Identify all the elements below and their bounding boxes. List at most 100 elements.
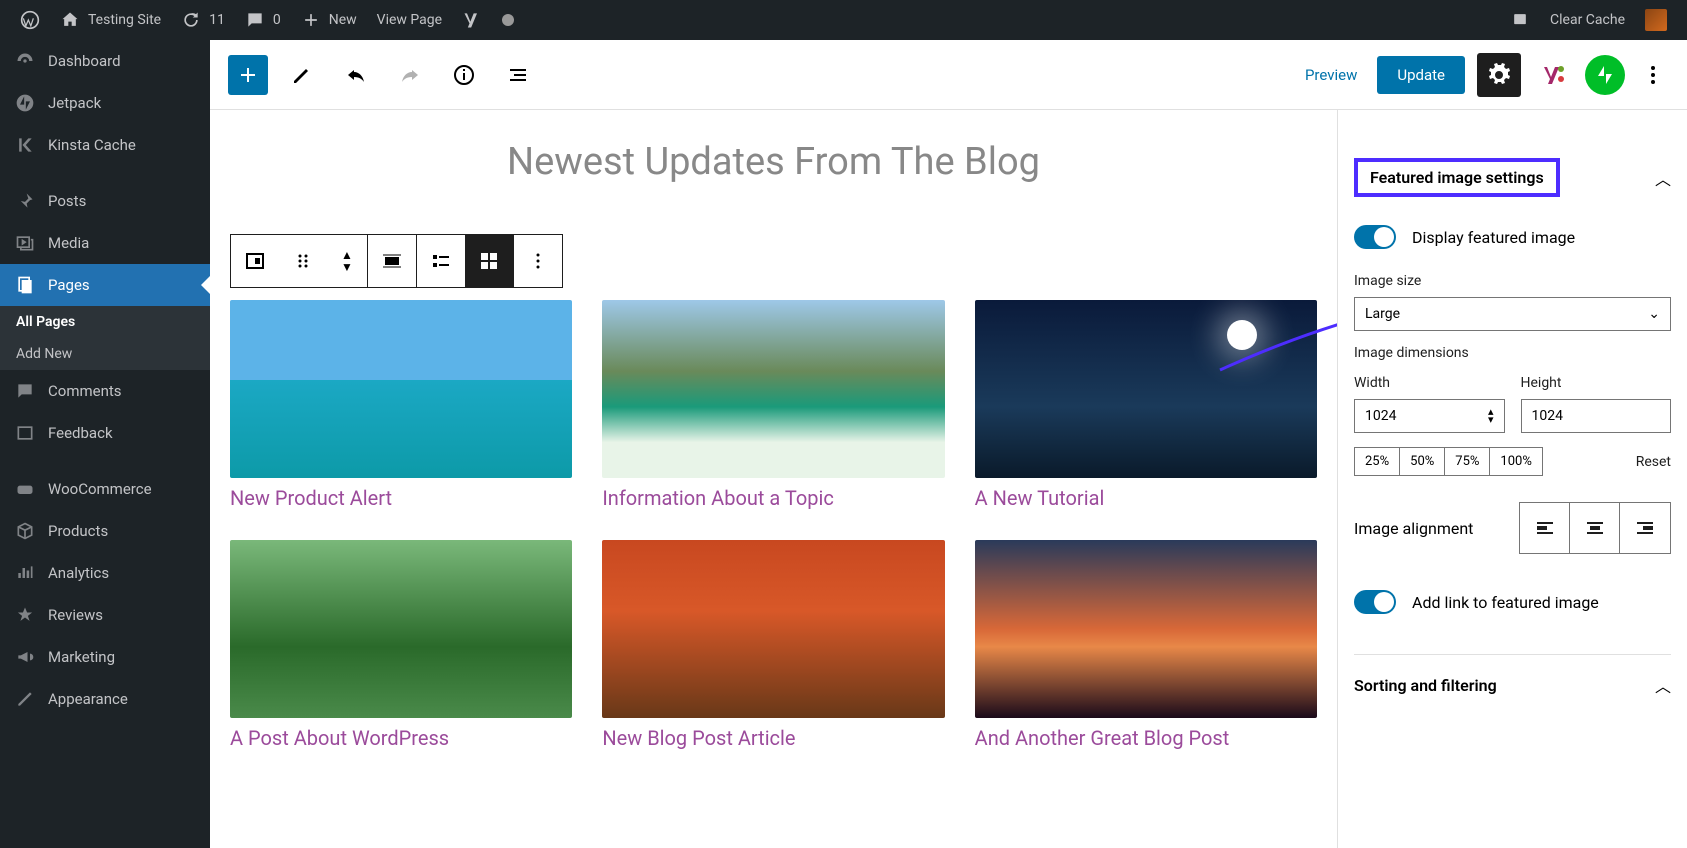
menu-item-jetpack[interactable]: Jetpack <box>0 82 210 124</box>
add-block-button[interactable] <box>228 55 268 95</box>
posts-grid-block[interactable]: New Product Alert Information About a Top… <box>210 300 1337 750</box>
post-card[interactable]: Information About a Topic <box>602 300 944 510</box>
block-toolbar: ▲▼ <box>230 234 563 288</box>
menu-item-reviews[interactable]: Reviews <box>0 594 210 636</box>
block-type-button[interactable] <box>231 235 279 287</box>
align-button[interactable] <box>368 235 416 287</box>
width-input[interactable]: 1024▴▾ <box>1354 399 1505 433</box>
size-75-button[interactable]: 75% <box>1445 448 1490 475</box>
submenu-item-all-pages[interactable]: All Pages <box>0 306 210 338</box>
menu-item-dashboard[interactable]: Dashboard <box>0 40 210 82</box>
editor-header: Preview Update <box>210 40 1687 110</box>
menu-label: Dashboard <box>48 52 121 70</box>
update-button[interactable]: Update <box>1377 56 1465 94</box>
panel-title: Sorting and filtering <box>1354 676 1497 695</box>
menu-item-kinsta-cache[interactable]: Kinsta Cache <box>0 124 210 166</box>
notifications-icon[interactable] <box>1500 0 1540 40</box>
pages-icon <box>14 274 36 296</box>
align-center-button[interactable] <box>1570 503 1620 553</box>
menu-item-feedback[interactable]: Feedback <box>0 412 210 454</box>
post-card[interactable]: And Another Great Blog Post <box>975 540 1317 750</box>
menu-item-pages[interactable]: Pages <box>0 264 210 306</box>
comments-link[interactable]: 0 <box>235 0 291 40</box>
menu-item-products[interactable]: Products <box>0 510 210 552</box>
new-link[interactable]: New <box>291 0 367 40</box>
woo-icon <box>14 478 36 500</box>
post-title-link[interactable]: A Post About WordPress <box>230 726 572 750</box>
add-link-toggle[interactable] <box>1354 590 1396 614</box>
post-thumbnail[interactable] <box>230 540 572 718</box>
preview-link[interactable]: Preview <box>1297 66 1365 84</box>
post-thumbnail[interactable] <box>975 300 1317 478</box>
wp-logo[interactable] <box>10 0 50 40</box>
yoast-adminbar-icon[interactable] <box>452 0 492 40</box>
display-featured-label: Display featured image <box>1412 228 1575 247</box>
move-down-icon[interactable]: ▼ <box>341 261 353 273</box>
align-right-button[interactable] <box>1620 503 1670 553</box>
menu-item-analytics[interactable]: Analytics <box>0 552 210 594</box>
clear-cache-link[interactable]: Clear Cache <box>1540 0 1635 40</box>
size-25-button[interactable]: 25% <box>1355 448 1400 475</box>
feedback-icon <box>14 422 36 444</box>
post-title-link[interactable]: A New Tutorial <box>975 486 1317 510</box>
settings-button[interactable] <box>1477 53 1521 97</box>
post-thumbnail[interactable] <box>602 540 944 718</box>
edit-mode-button[interactable] <box>282 55 322 95</box>
post-card[interactable]: New Blog Post Article <box>602 540 944 750</box>
page-title[interactable]: Newest Updates From The Blog <box>210 140 1337 184</box>
display-featured-toggle[interactable] <box>1354 225 1396 249</box>
block-movers[interactable]: ▲▼ <box>327 235 367 287</box>
post-thumbnail[interactable] <box>975 540 1317 718</box>
size-50-button[interactable]: 50% <box>1400 448 1445 475</box>
adminbar-status-dot[interactable] <box>492 0 524 40</box>
menu-item-media[interactable]: Media <box>0 222 210 264</box>
menu-item-marketing[interactable]: Marketing <box>0 636 210 678</box>
reset-button[interactable]: Reset <box>1636 454 1671 470</box>
updates-link[interactable]: 11 <box>171 0 235 40</box>
chevron-down-icon: ⌄ <box>1648 306 1660 322</box>
user-menu[interactable] <box>1635 0 1677 40</box>
avatar <box>1645 9 1667 31</box>
submenu-item-add-new[interactable]: Add New <box>0 338 210 370</box>
menu-item-comments[interactable]: Comments <box>0 370 210 412</box>
media-icon <box>14 232 36 254</box>
post-card[interactable]: New Product Alert <box>230 300 572 510</box>
list-view-button[interactable] <box>417 235 465 287</box>
size-100-button[interactable]: 100% <box>1490 448 1541 475</box>
more-options-button[interactable] <box>1637 55 1669 95</box>
chevron-up-icon: ︿ <box>1655 673 1671 697</box>
post-card[interactable]: A New Tutorial <box>975 300 1317 510</box>
outline-button[interactable] <box>498 55 538 95</box>
image-size-select[interactable]: Large ⌄ <box>1354 297 1671 331</box>
info-button[interactable] <box>444 55 484 95</box>
post-title-link[interactable]: Information About a Topic <box>602 486 944 510</box>
post-card[interactable]: A Post About WordPress <box>230 540 572 750</box>
menu-item-appearance[interactable]: Appearance <box>0 678 210 720</box>
undo-button[interactable] <box>336 55 376 95</box>
post-title-link[interactable]: New Product Alert <box>230 486 572 510</box>
width-label: Width <box>1354 375 1505 391</box>
kinsta-icon <box>14 134 36 156</box>
site-name-link[interactable]: Testing Site <box>50 0 171 40</box>
yoast-button[interactable] <box>1533 55 1573 95</box>
block-more-button[interactable] <box>514 235 562 287</box>
comments-count: 0 <box>273 12 281 28</box>
height-input[interactable]: 1024 <box>1521 399 1672 433</box>
grid-view-button[interactable] <box>465 235 513 287</box>
editor-canvas[interactable]: Newest Updates From The Blog ▲▼ <box>210 110 1337 848</box>
sorting-filtering-panel-header[interactable]: Sorting and filtering ︿ <box>1354 655 1671 715</box>
view-page-link[interactable]: View Page <box>367 0 452 40</box>
post-title-link[interactable]: And Another Great Blog Post <box>975 726 1317 750</box>
drag-handle[interactable] <box>279 235 327 287</box>
post-thumbnail[interactable] <box>602 300 944 478</box>
menu-item-posts[interactable]: Posts <box>0 180 210 222</box>
featured-image-panel-header[interactable]: Featured image settings ︿ <box>1354 140 1671 215</box>
jetpack-icon <box>14 92 36 114</box>
menu-item-woocommerce[interactable]: WooCommerce <box>0 468 210 510</box>
align-left-button[interactable] <box>1520 503 1570 553</box>
redo-button <box>390 55 430 95</box>
image-dimensions-label: Image dimensions <box>1354 345 1671 361</box>
post-thumbnail[interactable] <box>230 300 572 478</box>
post-title-link[interactable]: New Blog Post Article <box>602 726 944 750</box>
jetpack-button[interactable] <box>1585 55 1625 95</box>
